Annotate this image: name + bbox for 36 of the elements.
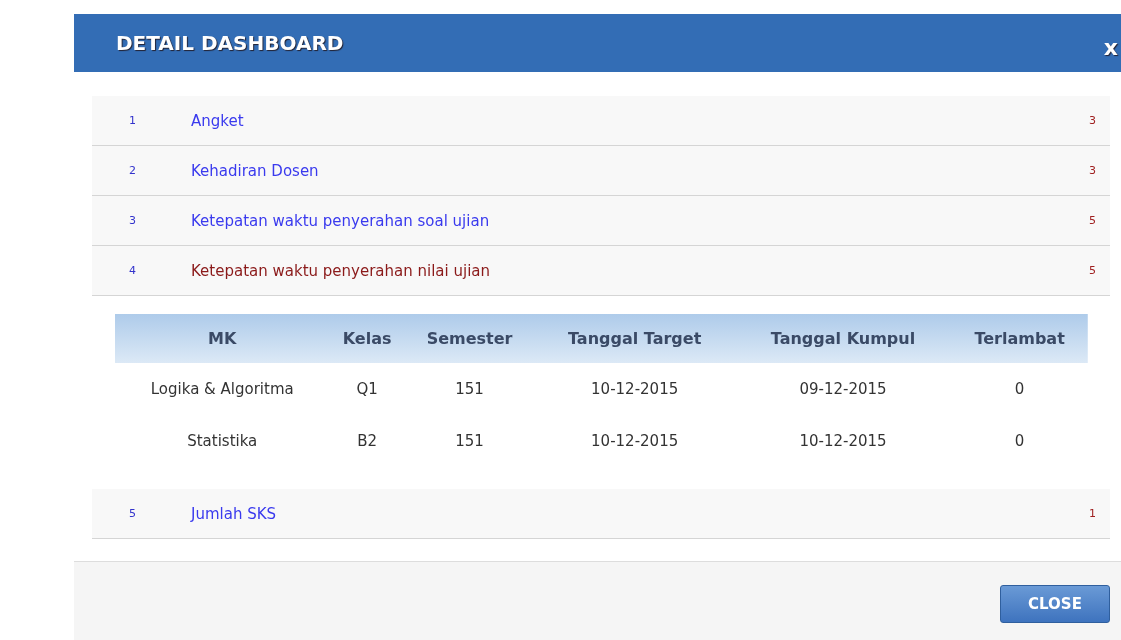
item-value: 3 xyxy=(1089,114,1097,127)
item-link[interactable]: Ketepatan waktu penyerahan soal ujian xyxy=(191,211,1089,230)
item-number: 4 xyxy=(128,264,137,277)
item-number: 1 xyxy=(128,114,137,127)
item-value: 1 xyxy=(1089,507,1097,520)
table-cell: Q1 xyxy=(356,380,378,398)
column-header: Terlambat xyxy=(974,329,1065,348)
item-number: 2 xyxy=(128,164,137,177)
item-value: 5 xyxy=(1089,264,1097,277)
column-header: Kelas xyxy=(342,329,392,348)
item-value: 3 xyxy=(1089,164,1097,177)
item-number: 3 xyxy=(128,214,137,227)
item-value: 5 xyxy=(1089,214,1097,227)
dialog-title: DETAIL DASHBOARD xyxy=(116,31,344,55)
close-button[interactable]: x xyxy=(1103,26,1120,60)
table-cell: 151 xyxy=(455,380,484,398)
table-cell: 0 xyxy=(1014,432,1025,450)
column-header: Tanggal Target xyxy=(568,329,702,348)
item-link[interactable]: Ketepatan waktu penyerahan nilai ujian xyxy=(191,261,1089,280)
item-link[interactable]: Angket xyxy=(191,111,1089,130)
table-cell: 09-12-2015 xyxy=(799,380,887,398)
table-cell: Logika & Algoritma xyxy=(150,380,294,398)
column-header: Semester xyxy=(426,329,513,348)
column-header: MK xyxy=(208,329,237,348)
table-cell: 10-12-2015 xyxy=(591,432,679,450)
table-cell: 151 xyxy=(455,432,484,450)
item-link[interactable]: Jumlah SKS xyxy=(191,504,1089,523)
table-cell: 10-12-2015 xyxy=(799,432,887,450)
item-link[interactable]: Kehadiran Dosen xyxy=(191,161,1089,180)
close-button[interactable]: CLOSE xyxy=(1000,585,1110,623)
column-header: Tanggal Kumpul xyxy=(770,329,916,348)
item-number: 5 xyxy=(128,507,137,520)
table-cell: Statistika xyxy=(187,432,258,450)
table-cell: B2 xyxy=(357,432,377,450)
table-cell: 0 xyxy=(1014,380,1025,398)
table-cell: 10-12-2015 xyxy=(591,380,679,398)
